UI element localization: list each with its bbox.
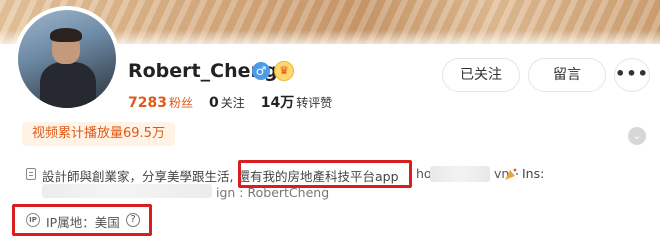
following-stat[interactable]: 0 关注 [209, 94, 245, 111]
avatar-image [18, 10, 116, 108]
bio-icon [26, 168, 36, 180]
ip-location-label: IP属地：美国 [46, 215, 120, 230]
avatar[interactable] [14, 6, 120, 112]
likes-stat: 14万 转评赞 [261, 92, 333, 112]
fans-count: 7283 [128, 95, 167, 111]
help-icon[interactable]: ? [126, 213, 140, 227]
more-options-button[interactable]: ••• [614, 58, 650, 92]
crown-badge-icon[interactable]: ♛ [274, 61, 294, 81]
avatar-body-shape [40, 62, 96, 108]
fans-label: 粉丝 [168, 96, 193, 110]
chevron-down-icon[interactable]: ⌄ [628, 127, 646, 145]
annotation-box-bio [238, 160, 412, 188]
instagram-label: Ins: [522, 166, 545, 181]
redacted-blur-2 [42, 184, 212, 198]
followed-button[interactable]: 已关注 [442, 58, 520, 92]
following-count: 0 [208, 95, 219, 111]
male-icon: ♂ [252, 62, 270, 80]
bio-line-2: ign : RobertCheng [216, 185, 330, 200]
video-play-count-chip: 视频累计播放量69.5万 [22, 122, 175, 146]
ip-location-icon: IP [26, 213, 40, 227]
likes-count: 14万 [260, 95, 295, 111]
fans-stat[interactable]: 7283 粉丝 [128, 94, 193, 111]
profile-stats: 7283 粉丝 0 关注 14万 转评赞 [128, 92, 348, 112]
message-button[interactable]: 留言 [528, 58, 606, 92]
party-popper-icon [505, 168, 519, 180]
avatar-hair-shape [50, 28, 82, 42]
likes-label: 转评赞 [296, 96, 333, 110]
redacted-blur-1 [430, 166, 490, 182]
bio-text-prefix: 設計師與創業家，分享美學跟生活, [42, 169, 234, 184]
following-label: 关注 [220, 96, 245, 110]
